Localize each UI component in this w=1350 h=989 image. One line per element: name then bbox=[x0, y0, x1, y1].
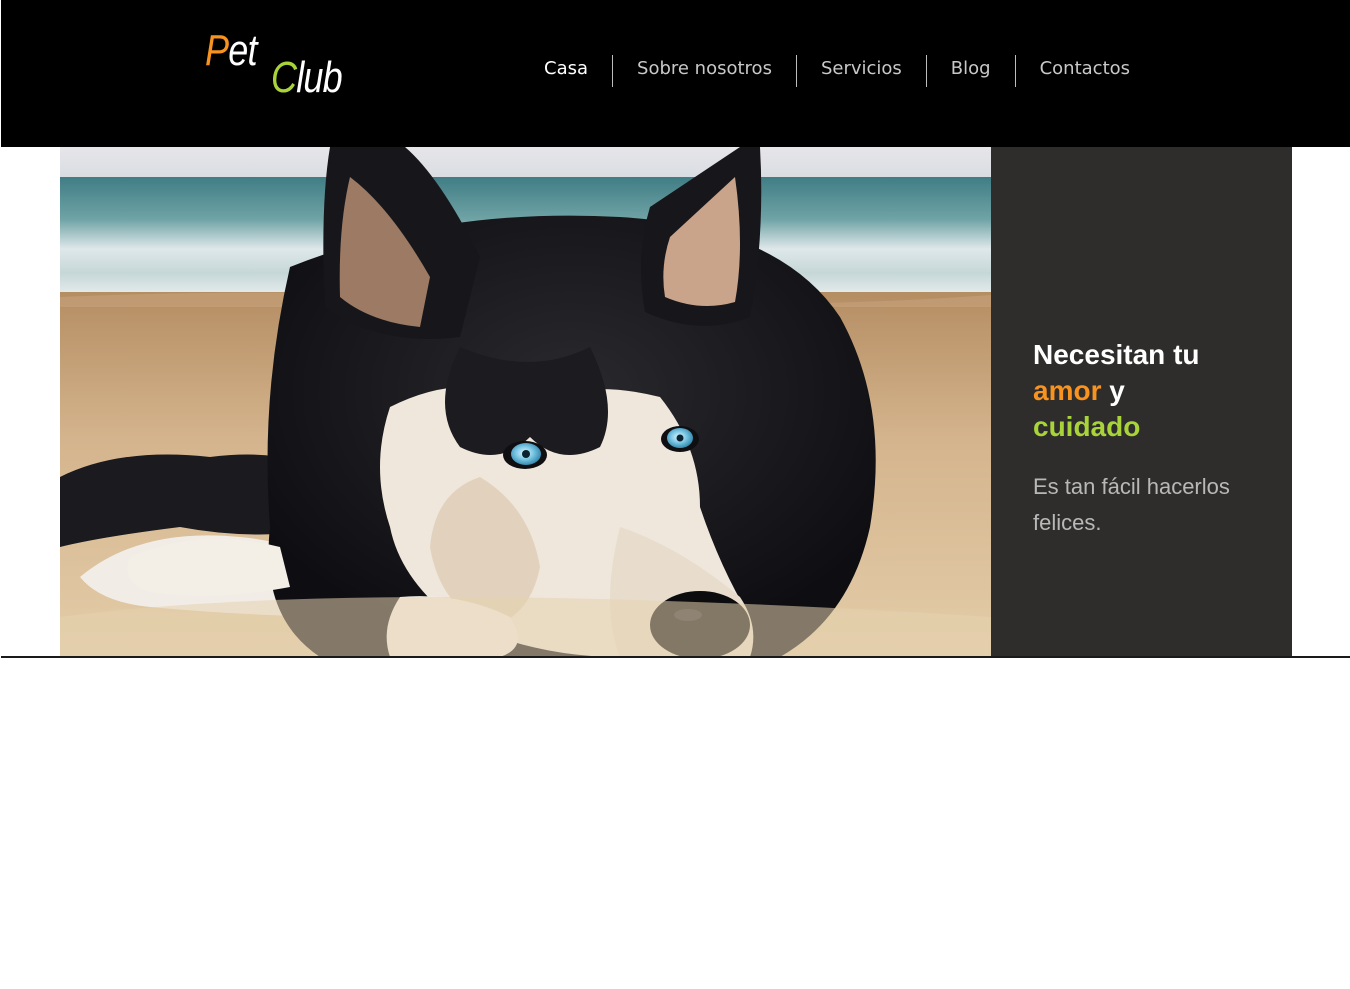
site-header: Pet Club Casa Sobre nosotros Servicios B… bbox=[1, 0, 1350, 147]
main-nav: Casa Sobre nosotros Servicios Blog Conta… bbox=[520, 54, 1154, 88]
headline-amor: amor bbox=[1033, 375, 1102, 406]
section-divider bbox=[1, 656, 1350, 658]
headline-part2: y bbox=[1109, 375, 1125, 406]
hero-husky-image bbox=[60, 147, 991, 657]
hero-text-panel: Necesitan tu amor y cuidado Es tan fácil… bbox=[991, 147, 1292, 657]
nav-item-sobre-nosotros[interactable]: Sobre nosotros bbox=[612, 55, 796, 87]
headline-cuidado: cuidado bbox=[1033, 411, 1141, 442]
pet-club-logo[interactable]: Pet Club bbox=[205, 26, 345, 106]
logo-word-club: Club bbox=[271, 53, 343, 102]
hero-headline: Necesitan tu amor y cuidado bbox=[1033, 337, 1273, 445]
nav-item-blog[interactable]: Blog bbox=[925, 55, 1015, 87]
nav-item-servicios[interactable]: Servicios bbox=[795, 55, 926, 87]
nav-item-casa[interactable]: Casa bbox=[520, 55, 612, 87]
nav-item-contactos[interactable]: Contactos bbox=[1014, 55, 1154, 87]
logo-word-pet: Pet bbox=[205, 26, 258, 75]
hero-subtext: Es tan fácil hacerlos felices. bbox=[1033, 474, 1230, 535]
hero-banner: Necesitan tu amor y cuidado Es tan fácil… bbox=[60, 147, 1292, 657]
headline-part1: Necesitan tu bbox=[1033, 339, 1200, 370]
